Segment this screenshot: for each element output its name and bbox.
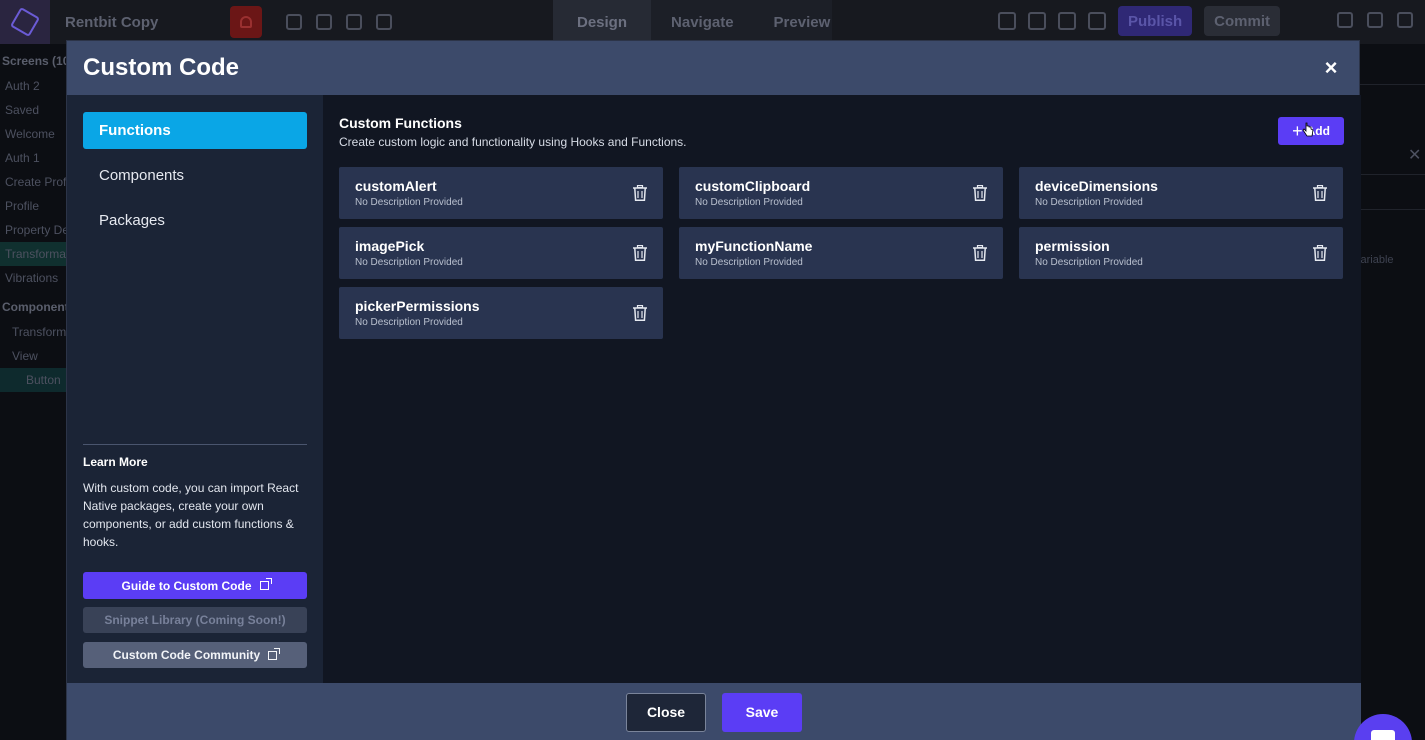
code-icon[interactable] bbox=[1027, 12, 1046, 30]
app-logo[interactable] bbox=[0, 0, 50, 44]
function-name: customAlert bbox=[355, 178, 437, 194]
trash-icon[interactable] bbox=[973, 245, 987, 261]
gear-icon[interactable] bbox=[1087, 12, 1106, 30]
community-label: Custom Code Community bbox=[112, 648, 261, 662]
function-description: No Description Provided bbox=[355, 317, 463, 328]
screen-item[interactable]: Auth 2 bbox=[0, 74, 66, 98]
publish-button[interactable]: Publish bbox=[1117, 6, 1193, 36]
modal-nav: Functions Components Packages Learn More… bbox=[67, 95, 323, 683]
theme-icon[interactable] bbox=[346, 14, 363, 30]
components-heading: Components bbox=[2, 300, 66, 314]
tab-navigate[interactable]: Navigate bbox=[651, 14, 754, 31]
function-description: No Description Provided bbox=[1035, 257, 1143, 268]
nav-item-components[interactable]: Components bbox=[83, 157, 307, 194]
app-title: Rentbit Copy bbox=[65, 13, 159, 31]
community-button[interactable]: Custom Code Community bbox=[83, 642, 307, 668]
screen-item[interactable]: Transformations bbox=[0, 242, 66, 266]
trash-icon[interactable] bbox=[1313, 245, 1327, 261]
close-button[interactable]: Close bbox=[626, 692, 706, 732]
function-description: No Description Provided bbox=[1035, 197, 1143, 208]
tab-preview[interactable]: Preview bbox=[754, 14, 851, 31]
close-icon[interactable]: × bbox=[1319, 55, 1343, 81]
screen-item[interactable]: Property Details bbox=[0, 218, 66, 242]
trash-icon[interactable] bbox=[633, 305, 647, 321]
close-icon[interactable]: ✕ bbox=[1408, 145, 1421, 165]
commit-button[interactable]: Commit bbox=[1204, 6, 1280, 36]
function-name: imagePick bbox=[355, 238, 425, 254]
guide-label: Guide to Custom Code bbox=[121, 578, 252, 593]
play-icon[interactable] bbox=[997, 12, 1016, 30]
function-name: myFunctionName bbox=[695, 238, 813, 254]
trash-icon[interactable] bbox=[1313, 185, 1327, 201]
external-link-icon bbox=[259, 578, 272, 590]
modal-footer: Close Save bbox=[67, 683, 1361, 740]
function-card[interactable]: imagePick No Description Provided bbox=[339, 227, 663, 279]
nav-item-functions[interactable]: Functions bbox=[83, 112, 307, 149]
share-icon[interactable] bbox=[1057, 12, 1076, 30]
screen-item[interactable]: Saved bbox=[0, 98, 66, 122]
home-icon[interactable] bbox=[230, 6, 263, 38]
tab-design[interactable]: Design bbox=[553, 0, 652, 44]
trash-icon[interactable] bbox=[973, 185, 987, 201]
function-description: No Description Provided bbox=[355, 257, 463, 268]
screen-item[interactable]: Welcome bbox=[0, 122, 66, 146]
save-button[interactable]: Save bbox=[722, 692, 802, 732]
nav-item-packages[interactable]: Packages bbox=[83, 202, 307, 239]
function-card[interactable]: pickerPermissions No Description Provided bbox=[339, 287, 663, 339]
screen-item[interactable]: Profile bbox=[0, 194, 66, 218]
megaphone-icon[interactable] bbox=[1367, 12, 1383, 28]
external-link-icon bbox=[268, 647, 281, 660]
function-description: No Description Provided bbox=[355, 197, 463, 208]
image-icon[interactable] bbox=[376, 14, 393, 30]
screen-item[interactable]: Auth 1 bbox=[0, 146, 66, 170]
trash-icon[interactable] bbox=[633, 185, 647, 201]
guide-button[interactable]: Guide to Custom Code bbox=[83, 572, 307, 599]
function-grid: customAlert No Description Provided custom… bbox=[339, 167, 1344, 339]
tree-item[interactable]: View bbox=[0, 344, 66, 368]
function-description: No Description Provided bbox=[695, 197, 803, 208]
custom-code-modal: Custom Code × Functions Components Packa… bbox=[66, 40, 1361, 740]
function-icon[interactable] bbox=[316, 14, 333, 30]
screen-item[interactable]: Vibrations bbox=[0, 266, 66, 290]
divider bbox=[1360, 174, 1425, 175]
functions-panel: Custom Functions Create custom logic and… bbox=[323, 95, 1361, 683]
database-icon[interactable] bbox=[286, 14, 303, 30]
modal-title: Custom Code bbox=[83, 54, 239, 81]
lightning-icon[interactable] bbox=[1337, 12, 1353, 28]
cube-icon bbox=[9, 6, 41, 38]
screens-heading: Screens (10) bbox=[2, 54, 66, 68]
function-card[interactable]: myFunctionName No Description Provided bbox=[679, 227, 1003, 279]
folder-icon[interactable] bbox=[1397, 12, 1413, 28]
learn-more-section: Learn More With custom code, you can imp… bbox=[83, 444, 307, 668]
tree-item[interactable]: Transformations bbox=[0, 320, 66, 344]
function-card[interactable]: customClipboard No Description Provided bbox=[679, 167, 1003, 219]
snippet-library-button: Snippet Library (Coming Soon!) bbox=[83, 607, 307, 633]
function-description: No Description Provided bbox=[695, 257, 803, 268]
app-toolbar bbox=[286, 14, 393, 30]
divider bbox=[1360, 209, 1425, 210]
hand-cursor-icon bbox=[1302, 122, 1314, 137]
app-tabs: Design Navigate Preview bbox=[553, 0, 832, 44]
modal-header: Custom Code × bbox=[67, 41, 1359, 95]
snippet-label: Snippet Library (Coming Soon!) bbox=[104, 613, 286, 627]
function-name: deviceDimensions bbox=[1035, 178, 1158, 194]
function-name: pickerPermissions bbox=[355, 298, 480, 314]
function-card[interactable]: deviceDimensions No Description Provided bbox=[1019, 167, 1343, 219]
trash-icon[interactable] bbox=[633, 245, 647, 261]
app-far-actions bbox=[1337, 12, 1413, 28]
learn-more-title: Learn More bbox=[83, 455, 148, 469]
function-name: customClipboard bbox=[695, 178, 811, 194]
section-title: Custom Functions bbox=[339, 115, 462, 131]
screen-item[interactable]: Create Profile bbox=[0, 170, 66, 194]
app-sidebar: Screens (10) Auth 2 Saved Welcome Auth 1… bbox=[0, 44, 66, 740]
app-actions: Publish Commit bbox=[997, 6, 1280, 36]
chat-icon bbox=[1371, 730, 1395, 740]
section-subtitle: Create custom logic and functionality us… bbox=[339, 135, 687, 149]
tree-item[interactable]: Button bbox=[0, 368, 66, 392]
divider bbox=[1360, 84, 1425, 85]
function-name: permission bbox=[1035, 238, 1110, 254]
function-card[interactable]: customAlert No Description Provided bbox=[339, 167, 663, 219]
learn-more-text: With custom code, you can import React N… bbox=[83, 481, 299, 549]
function-card[interactable]: permission No Description Provided bbox=[1019, 227, 1343, 279]
